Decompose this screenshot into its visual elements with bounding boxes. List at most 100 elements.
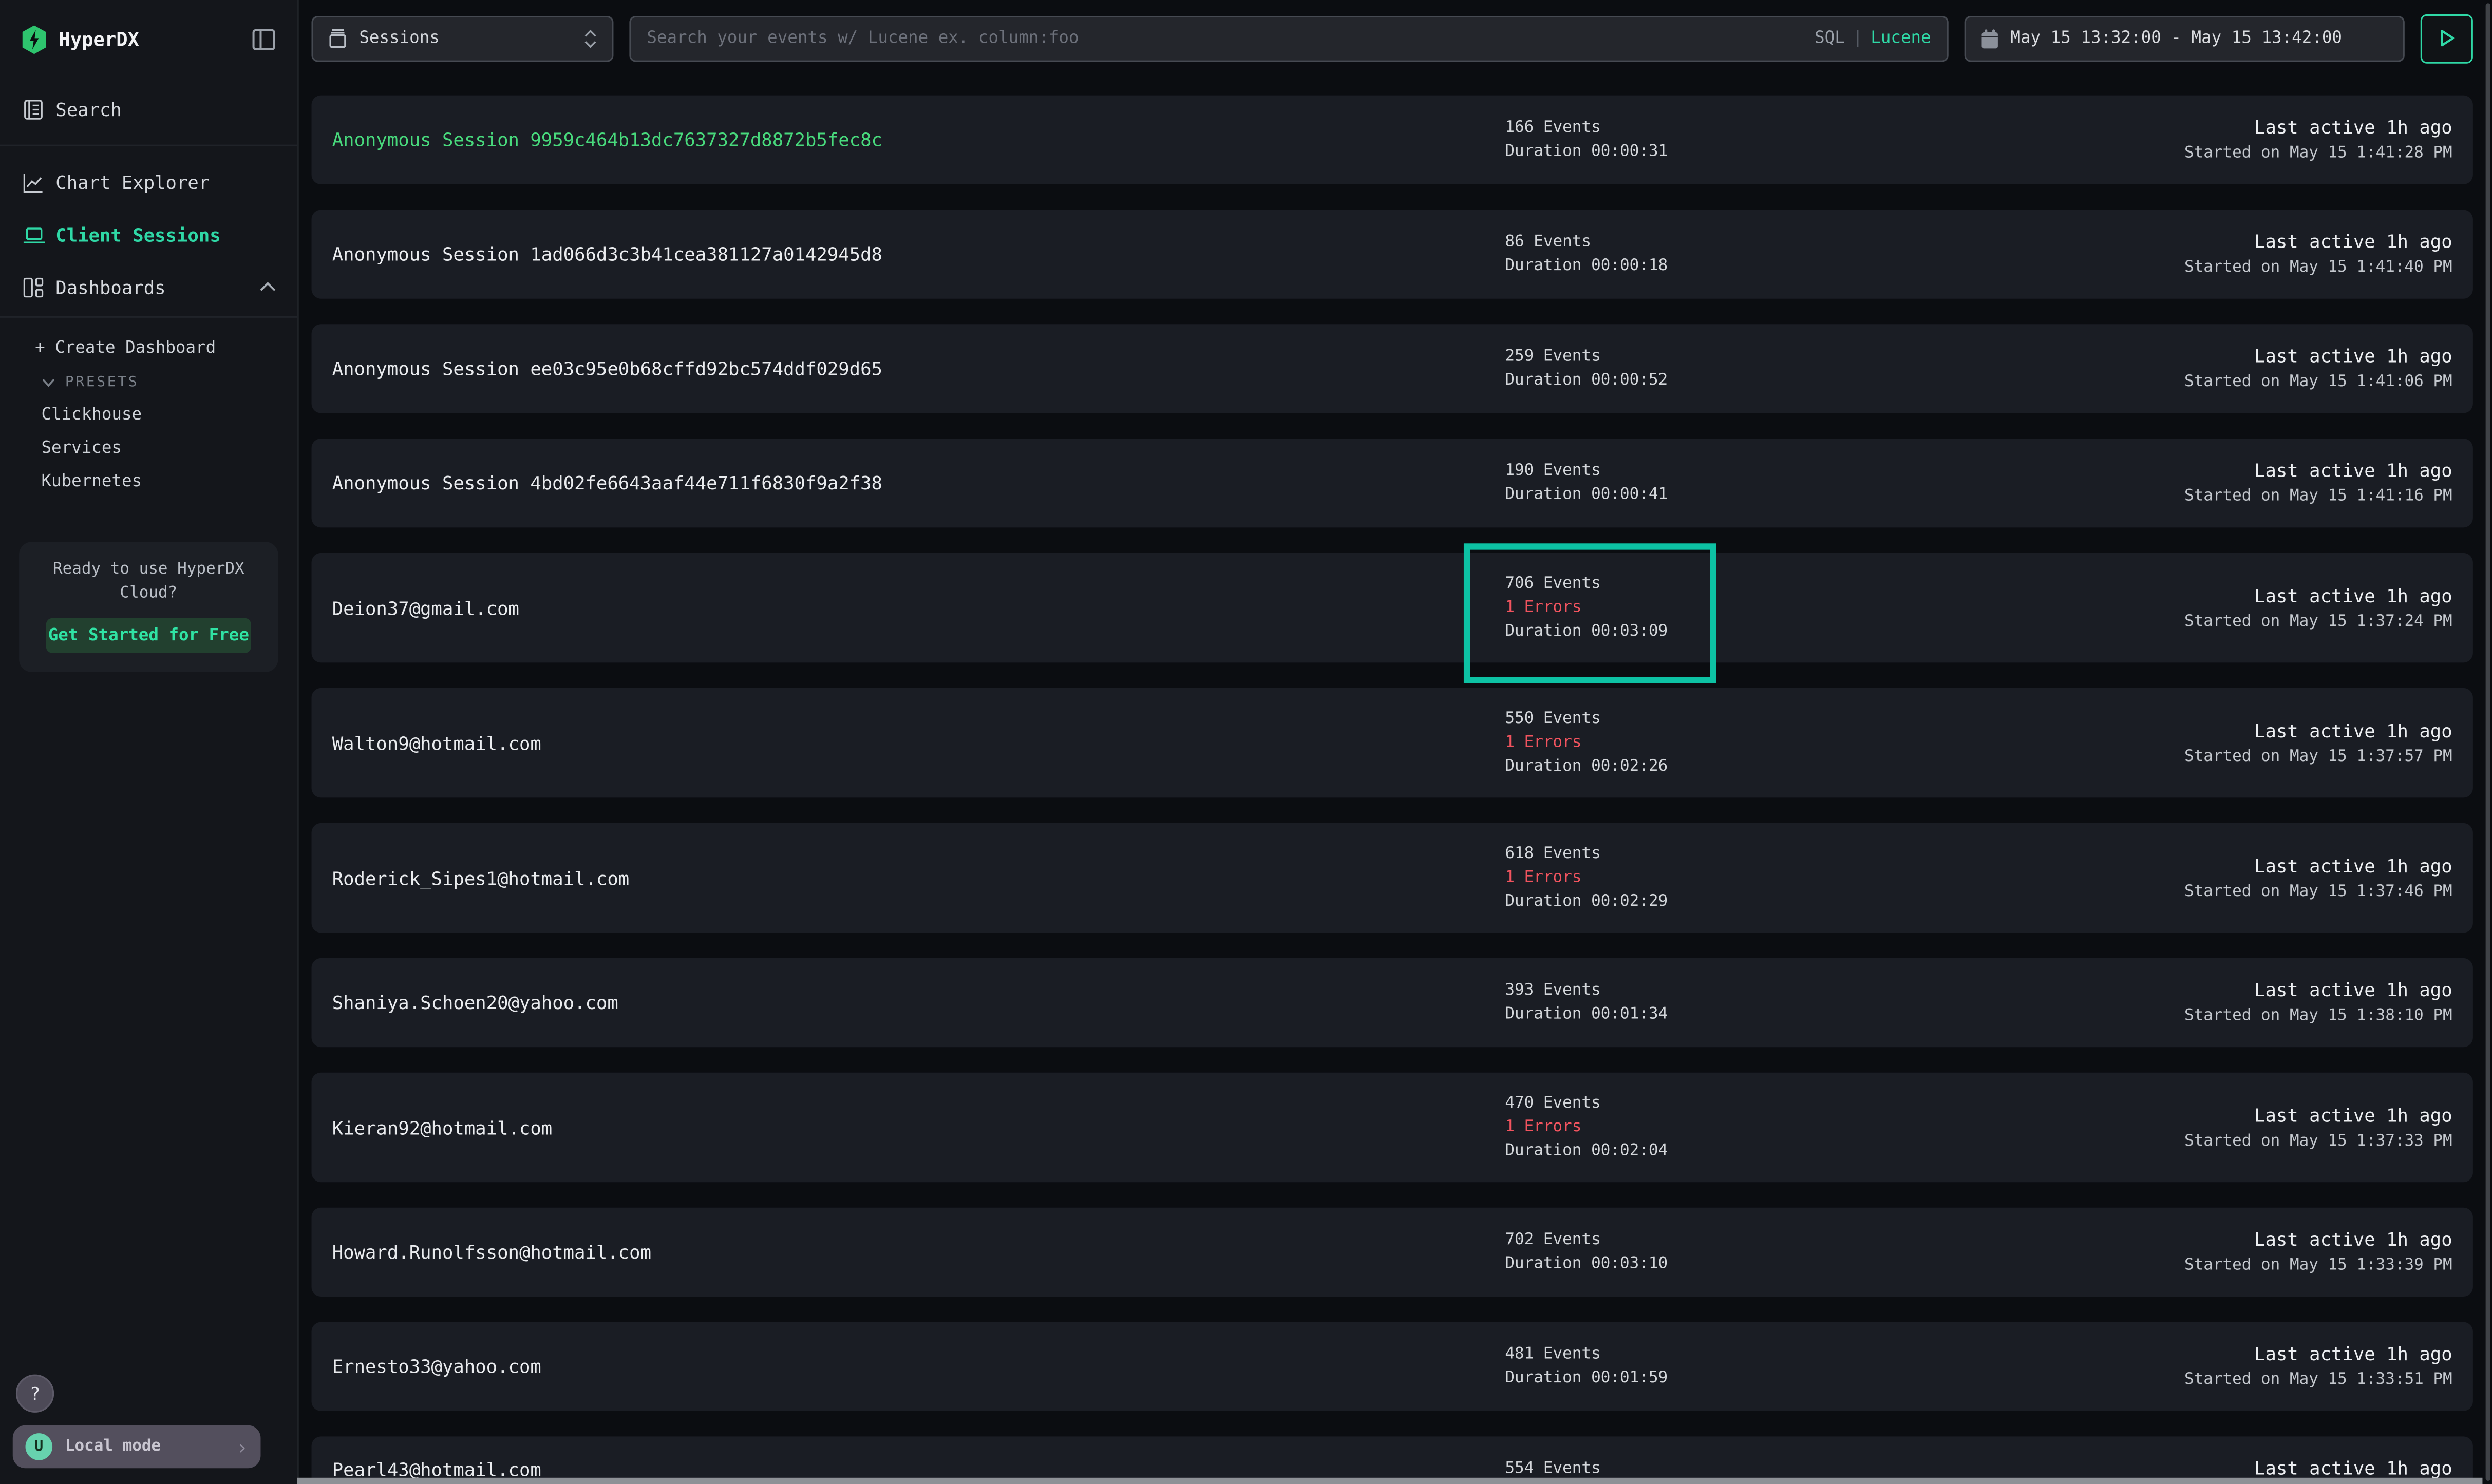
vertical-scrollbar[interactable] — [2486, 3, 2490, 1481]
sidebar-item-label: Search — [55, 99, 122, 121]
time-range-picker[interactable]: May 15 13:32:00 - May 15 13:42:00 — [1965, 15, 2405, 61]
session-times: Last active 1h ago Started on May 15 1:3… — [1975, 582, 2452, 633]
sidebar-item-client-sessions[interactable]: Client Sessions — [0, 208, 297, 260]
session-errors: 1 Errors — [1505, 866, 1975, 889]
session-row[interactable]: Walton9@hotmail.com 550 Events 1 Errors … — [312, 688, 2473, 798]
chevron-up-icon[interactable] — [259, 281, 276, 293]
session-title: Kieran92@hotmail.com — [332, 1116, 1505, 1138]
create-dashboard-label: + Create Dashboard — [35, 338, 216, 357]
session-started: Started on May 15 1:41:28 PM — [1975, 141, 2452, 165]
session-stats: 259 Events Duration 00:00:52 — [1505, 345, 1975, 392]
session-title: Anonymous Session ee03c95e0b68cffd92bc57… — [332, 357, 1505, 379]
topbar: Sessions Search your events w/ Lucene ex… — [297, 0, 2492, 77]
session-row[interactable]: Pearl43@hotmail.com 554 Events Last acti… — [312, 1436, 2473, 1484]
session-row[interactable]: Deion37@gmail.com 706 Events 1 Errors Du… — [312, 553, 2473, 663]
session-started: Started on May 15 1:37:33 PM — [1975, 1129, 2452, 1153]
preset-link-kubernetes[interactable]: Kubernetes — [0, 464, 297, 498]
session-row[interactable]: Ernesto33@yahoo.com 481 Events Duration … — [312, 1322, 2473, 1411]
session-started: Started on May 15 1:37:46 PM — [1975, 880, 2452, 903]
get-started-button[interactable]: Get Started for Free — [46, 618, 251, 653]
search-mode-sql[interactable]: SQL — [1815, 29, 1845, 48]
session-events: 259 Events — [1505, 345, 1975, 368]
session-duration: Duration 00:02:26 — [1505, 755, 1975, 778]
session-stats: 190 Events Duration 00:00:41 — [1505, 459, 1975, 507]
sidebar-item-label: Client Sessions — [55, 223, 220, 245]
search-mode-divider: | — [1853, 29, 1863, 48]
session-times: Last active 1h ago Started on May 15 1:3… — [1975, 717, 2452, 768]
session-title: Howard.Runolfsson@hotmail.com — [332, 1241, 1505, 1263]
session-row[interactable]: Roderick_Sipes1@hotmail.com 618 Events 1… — [312, 823, 2473, 933]
line-chart-icon — [21, 169, 46, 195]
session-events: 618 Events — [1505, 842, 1975, 866]
session-events: 166 Events — [1505, 116, 1975, 140]
session-last-active: Last active 1h ago — [1975, 1227, 2452, 1254]
session-row[interactable]: Anonymous Session ee03c95e0b68cffd92bc57… — [312, 324, 2473, 413]
session-duration: Duration 00:00:52 — [1505, 369, 1975, 392]
horizontal-scrollbar[interactable] — [297, 1478, 2483, 1484]
local-mode-button[interactable]: U Local mode › — [13, 1425, 261, 1469]
help-button[interactable]: ? — [16, 1375, 54, 1413]
session-stats: 470 Events 1 Errors Duration 00:02:04 — [1505, 1092, 1975, 1163]
laptop-icon — [21, 222, 46, 248]
session-started: Started on May 15 1:33:39 PM — [1975, 1253, 2452, 1277]
grid-layout-icon — [21, 274, 46, 300]
session-last-active: Last active 1h ago — [1975, 582, 2452, 610]
session-duration: Duration 00:02:29 — [1505, 890, 1975, 914]
preset-link-clickhouse[interactable]: Clickhouse — [0, 397, 297, 431]
session-title: Anonymous Session 1ad066d3c3b41cea381127… — [332, 243, 1505, 265]
session-events: 470 Events — [1505, 1092, 1975, 1115]
live-tail-button[interactable] — [2421, 13, 2473, 63]
session-duration: Duration 00:00:18 — [1505, 254, 1975, 278]
session-started: Started on May 15 1:37:57 PM — [1975, 745, 2452, 768]
sidebar-item-dashboards[interactable]: Dashboards — [0, 260, 297, 313]
session-stats: 86 Events Duration 00:00:18 — [1505, 231, 1975, 278]
session-times: Last active 1h ago Started on May 15 1:4… — [1975, 458, 2452, 508]
session-times: Last active 1h ago Started on May 15 1:3… — [1975, 977, 2452, 1028]
session-duration: Duration 00:01:34 — [1505, 1003, 1975, 1026]
source-select-value: Sessions — [359, 29, 583, 48]
source-select[interactable]: Sessions — [312, 15, 614, 61]
session-stats: 481 Events Duration 00:01:59 — [1505, 1343, 1975, 1391]
session-last-active: Last active 1h ago — [1975, 1341, 2452, 1368]
chevron-down-icon — [41, 378, 55, 388]
create-dashboard-button[interactable]: + Create Dashboard — [0, 331, 297, 366]
search-input[interactable]: Search your events w/ Lucene ex. column:… — [629, 15, 1948, 61]
session-last-active: Last active 1h ago — [1975, 229, 2452, 256]
session-title: Walton9@hotmail.com — [332, 732, 1505, 754]
session-times: Last active 1h ago Started on May 15 1:3… — [1975, 1341, 2452, 1392]
search-mode-lucene[interactable]: Lucene — [1871, 29, 1931, 48]
user-avatar: U — [26, 1433, 53, 1460]
sidebar-item-label: Dashboards — [55, 276, 165, 298]
session-last-active: Last active 1h ago — [1975, 977, 2452, 1004]
play-icon — [2439, 29, 2455, 48]
time-range-value: May 15 13:32:00 - May 15 13:42:00 — [2010, 29, 2342, 48]
sidebar-item-chart-explorer[interactable]: Chart Explorer — [0, 156, 297, 208]
session-row[interactable]: Shaniya.Schoen20@yahoo.com 393 Events Du… — [312, 958, 2473, 1047]
panel-collapse-icon[interactable] — [251, 27, 277, 53]
up-down-chevrons-icon — [583, 28, 598, 48]
session-last-active: Last active 1h ago — [1975, 343, 2452, 370]
cloud-promo-card: Ready to use HyperDX Cloud? Get Started … — [19, 542, 278, 672]
sidebar: HyperDX Search — [0, 0, 299, 1484]
preset-link-services[interactable]: Services — [0, 431, 297, 464]
session-duration: Duration 00:00:31 — [1505, 140, 1975, 163]
session-last-active: Last active 1h ago — [1975, 1102, 2452, 1129]
session-errors: 1 Errors — [1505, 596, 1975, 619]
session-title: Deion37@gmail.com — [332, 597, 1505, 619]
session-row[interactable]: Howard.Runolfsson@hotmail.com 702 Events… — [312, 1208, 2473, 1297]
session-stats: 393 Events Duration 00:01:34 — [1505, 979, 1975, 1026]
session-row[interactable]: Anonymous Session 1ad066d3c3b41cea381127… — [312, 210, 2473, 298]
presets-toggle[interactable]: PRESETS — [0, 366, 297, 397]
cloud-promo-text: Ready to use HyperDX Cloud? — [32, 558, 266, 605]
session-row[interactable]: Kieran92@hotmail.com 470 Events 1 Errors… — [312, 1073, 2473, 1183]
session-row[interactable]: Anonymous Session 4bd02fe6643aaf44e711f6… — [312, 439, 2473, 527]
sidebar-item-search[interactable]: Search — [0, 89, 297, 130]
session-title: Shaniya.Schoen20@yahoo.com — [332, 992, 1505, 1014]
session-row[interactable]: Anonymous Session 9959c464b13dc7637327d8… — [312, 96, 2473, 184]
chevron-right-icon: › — [236, 1436, 248, 1458]
session-events: 706 Events — [1505, 572, 1975, 596]
session-started: Started on May 15 1:41:40 PM — [1975, 256, 2452, 279]
session-started: Started on May 15 1:41:06 PM — [1975, 370, 2452, 394]
session-started: Started on May 15 1:33:51 PM — [1975, 1368, 2452, 1392]
main-area: Sessions Search your events w/ Lucene ex… — [297, 0, 2492, 1484]
